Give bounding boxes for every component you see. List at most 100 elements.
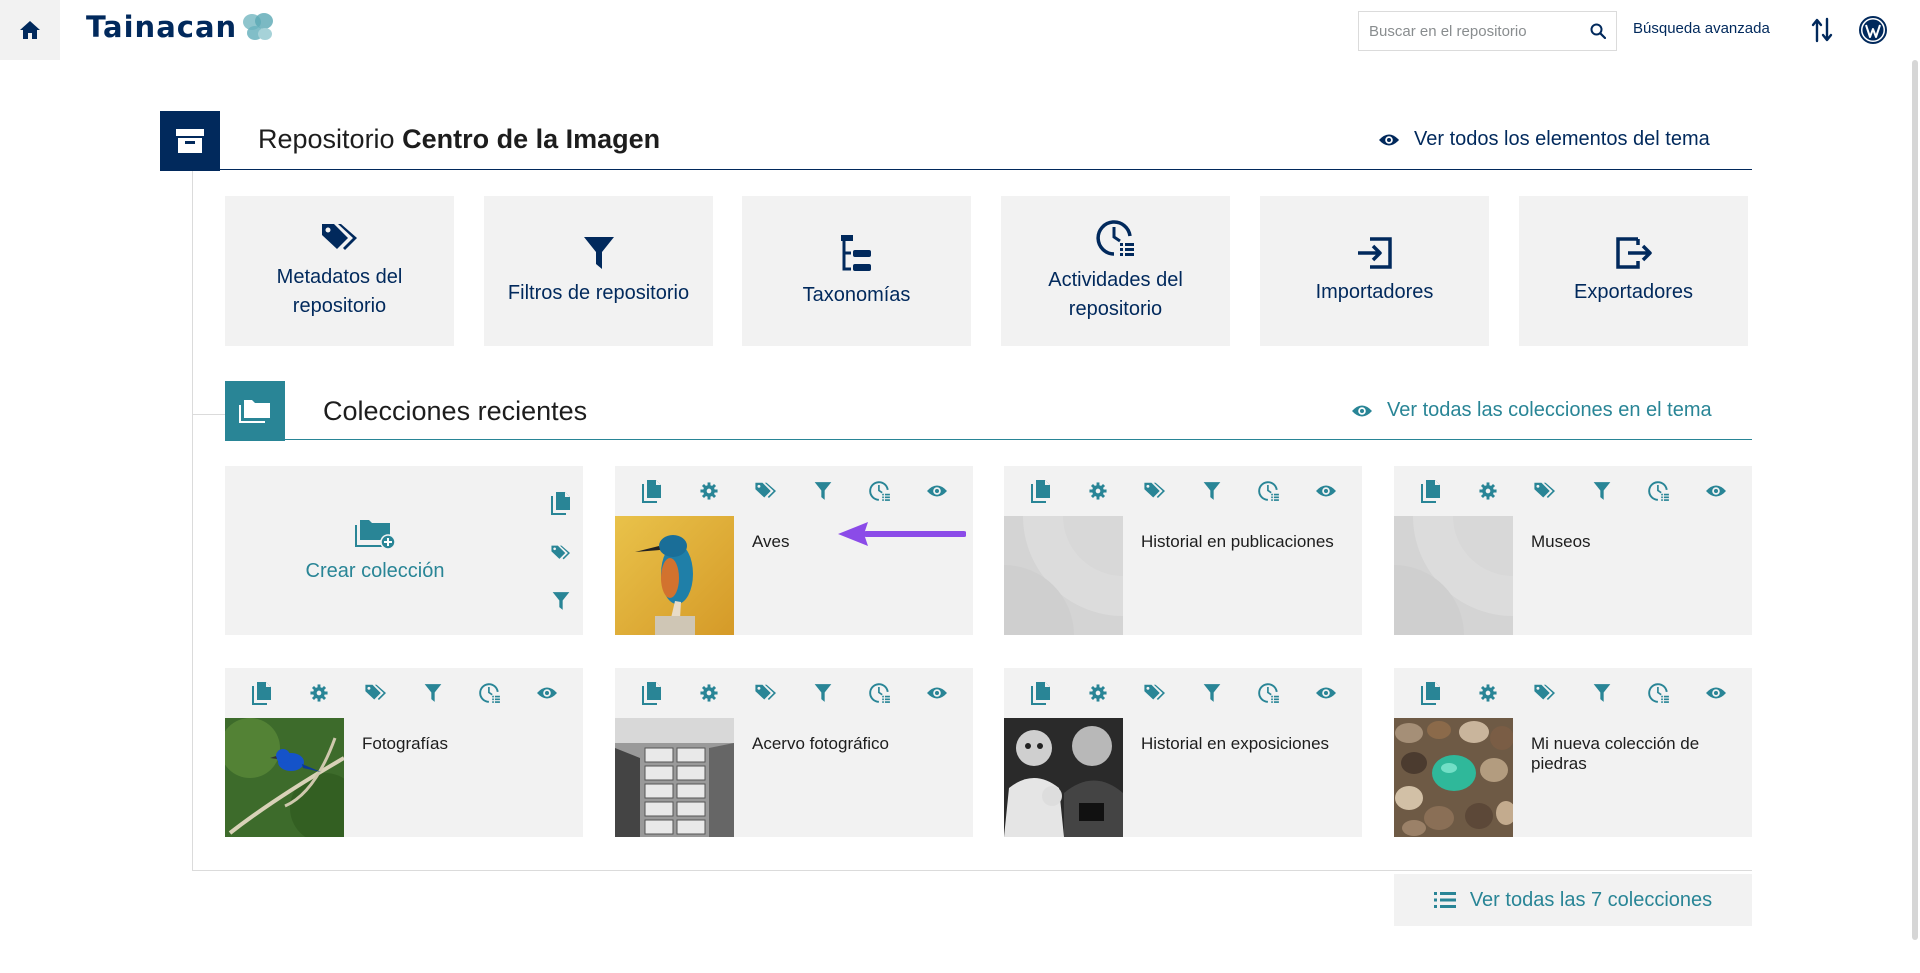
filter-icon[interactable] <box>1200 479 1224 503</box>
gear-icon[interactable] <box>697 479 721 503</box>
collection-thumbnail[interactable] <box>1394 718 1513 837</box>
items-icon[interactable] <box>1029 479 1053 503</box>
collection-card: Historial en publicaciones <box>1004 466 1362 635</box>
sort-icon[interactable] <box>1811 17 1833 43</box>
top-bar: Tainacan Búsqueda avanzada <box>0 0 1920 60</box>
eye-icon[interactable] <box>1314 681 1338 705</box>
activities-icon[interactable] <box>478 681 502 705</box>
scrollbar-thumb[interactable] <box>1912 60 1918 940</box>
collection-name[interactable]: Museos <box>1531 532 1741 552</box>
eye-icon[interactable] <box>1704 681 1728 705</box>
items-icon[interactable] <box>1029 681 1053 705</box>
gear-icon[interactable] <box>1476 681 1500 705</box>
eye-icon[interactable] <box>925 681 949 705</box>
tile-taxonomies[interactable]: Taxonomías <box>742 196 971 346</box>
collection-card: Historial en exposiciones <box>1004 668 1362 837</box>
items-icon[interactable] <box>640 681 664 705</box>
gear-icon[interactable] <box>1086 479 1110 503</box>
items-icon[interactable] <box>551 491 571 515</box>
search-box <box>1358 11 1617 51</box>
home-icon <box>19 20 41 40</box>
tainacan-logo[interactable]: Tainacan <box>86 10 275 44</box>
activities-icon[interactable] <box>1647 479 1671 503</box>
collections-title: Colecciones recientes <box>323 396 588 426</box>
collection-thumbnail[interactable] <box>1394 516 1513 635</box>
tags-icon[interactable] <box>754 479 778 503</box>
activities-icon[interactable] <box>1257 681 1281 705</box>
search-input[interactable] <box>1369 22 1590 40</box>
eye-icon <box>1351 404 1373 418</box>
collection-name[interactable]: Mi nueva colección de piedras <box>1531 734 1741 774</box>
filter-icon[interactable] <box>1200 681 1224 705</box>
tile-repository-filters[interactable]: Filtros de repositorio <box>484 196 713 346</box>
tile-label: Taxonomías <box>802 283 911 306</box>
collection-thumbnail[interactable] <box>225 718 344 837</box>
filter-icon[interactable] <box>421 681 445 705</box>
tags-icon[interactable] <box>1533 681 1557 705</box>
tile-label: Importadores <box>1315 280 1434 303</box>
taxonomy-icon <box>839 233 875 273</box>
tile-exporters[interactable]: Exportadores <box>1519 196 1748 346</box>
tags-icon[interactable] <box>550 544 572 562</box>
repository-frame-line <box>192 171 193 871</box>
collection-card: Aves <box>615 466 973 635</box>
view-all-collections-label: Ver todas las 7 colecciones <box>1469 888 1713 911</box>
activities-icon[interactable] <box>1647 681 1671 705</box>
collection-name[interactable]: Historial en publicaciones <box>1141 532 1351 552</box>
importer-icon <box>1356 236 1394 270</box>
tile-label: Metadatos del repositorio <box>276 266 403 317</box>
search-icon[interactable] <box>1590 23 1606 39</box>
tags-icon[interactable] <box>1143 479 1167 503</box>
collections-frame-line <box>192 414 225 415</box>
eye-icon[interactable] <box>1704 479 1728 503</box>
tags-icon[interactable] <box>1533 479 1557 503</box>
home-button[interactable] <box>0 0 60 60</box>
view-all-items-link[interactable]: Ver todos los elementos del tema <box>1378 128 1710 151</box>
view-all-collections-button[interactable]: Ver todas las 7 colecciones <box>1394 874 1752 926</box>
collection-thumbnail[interactable] <box>1004 516 1123 635</box>
filter-icon[interactable] <box>1590 479 1614 503</box>
filter-icon[interactable] <box>552 591 570 611</box>
collection-actions <box>1394 466 1752 516</box>
tags-icon[interactable] <box>364 681 388 705</box>
wordpress-icon[interactable] <box>1858 15 1888 45</box>
activities-icon[interactable] <box>1257 479 1281 503</box>
eye-icon[interactable] <box>1314 479 1338 503</box>
activities-icon[interactable] <box>868 681 892 705</box>
advanced-search-link[interactable]: Búsqueda avanzada <box>1633 20 1770 37</box>
activities-icon[interactable] <box>868 479 892 503</box>
filter-icon[interactable] <box>811 681 835 705</box>
tile-repository-activities[interactable]: Actividades del repositorio <box>1001 196 1230 346</box>
tile-repository-metadata[interactable]: Metadatos del repositorio <box>225 196 454 346</box>
gear-icon[interactable] <box>1086 681 1110 705</box>
items-icon[interactable] <box>640 479 664 503</box>
create-collection-actions <box>539 466 583 635</box>
gear-icon[interactable] <box>307 681 331 705</box>
items-icon[interactable] <box>1419 479 1443 503</box>
view-all-collections-theme-link[interactable]: Ver todas las colecciones en el tema <box>1351 399 1712 422</box>
collection-thumbnail[interactable] <box>615 516 734 635</box>
filter-icon[interactable] <box>811 479 835 503</box>
gear-icon[interactable] <box>1476 479 1500 503</box>
folders-icon <box>238 397 272 425</box>
tile-importers[interactable]: Importadores <box>1260 196 1489 346</box>
add-folder-icon <box>354 518 396 550</box>
gear-icon[interactable] <box>697 681 721 705</box>
items-icon[interactable] <box>1419 681 1443 705</box>
eye-icon[interactable] <box>535 681 559 705</box>
collection-name[interactable]: Historial en exposiciones <box>1141 734 1351 754</box>
items-icon[interactable] <box>250 681 274 705</box>
view-all-collections-theme-label: Ver todas las colecciones en el tema <box>1387 399 1712 421</box>
collection-thumbnail[interactable] <box>1004 718 1123 837</box>
collection-name[interactable]: Acervo fotográfico <box>752 734 962 754</box>
create-collection-button[interactable]: Crear colección <box>225 466 525 635</box>
tags-icon[interactable] <box>754 681 778 705</box>
collection-thumbnail[interactable] <box>615 718 734 837</box>
tags-icon[interactable] <box>1143 681 1167 705</box>
repository-divider <box>160 169 1752 170</box>
filter-icon[interactable] <box>1590 681 1614 705</box>
filter-icon <box>583 235 615 271</box>
collection-actions <box>1004 668 1362 718</box>
collection-name[interactable]: Fotografías <box>362 734 572 754</box>
eye-icon[interactable] <box>925 479 949 503</box>
